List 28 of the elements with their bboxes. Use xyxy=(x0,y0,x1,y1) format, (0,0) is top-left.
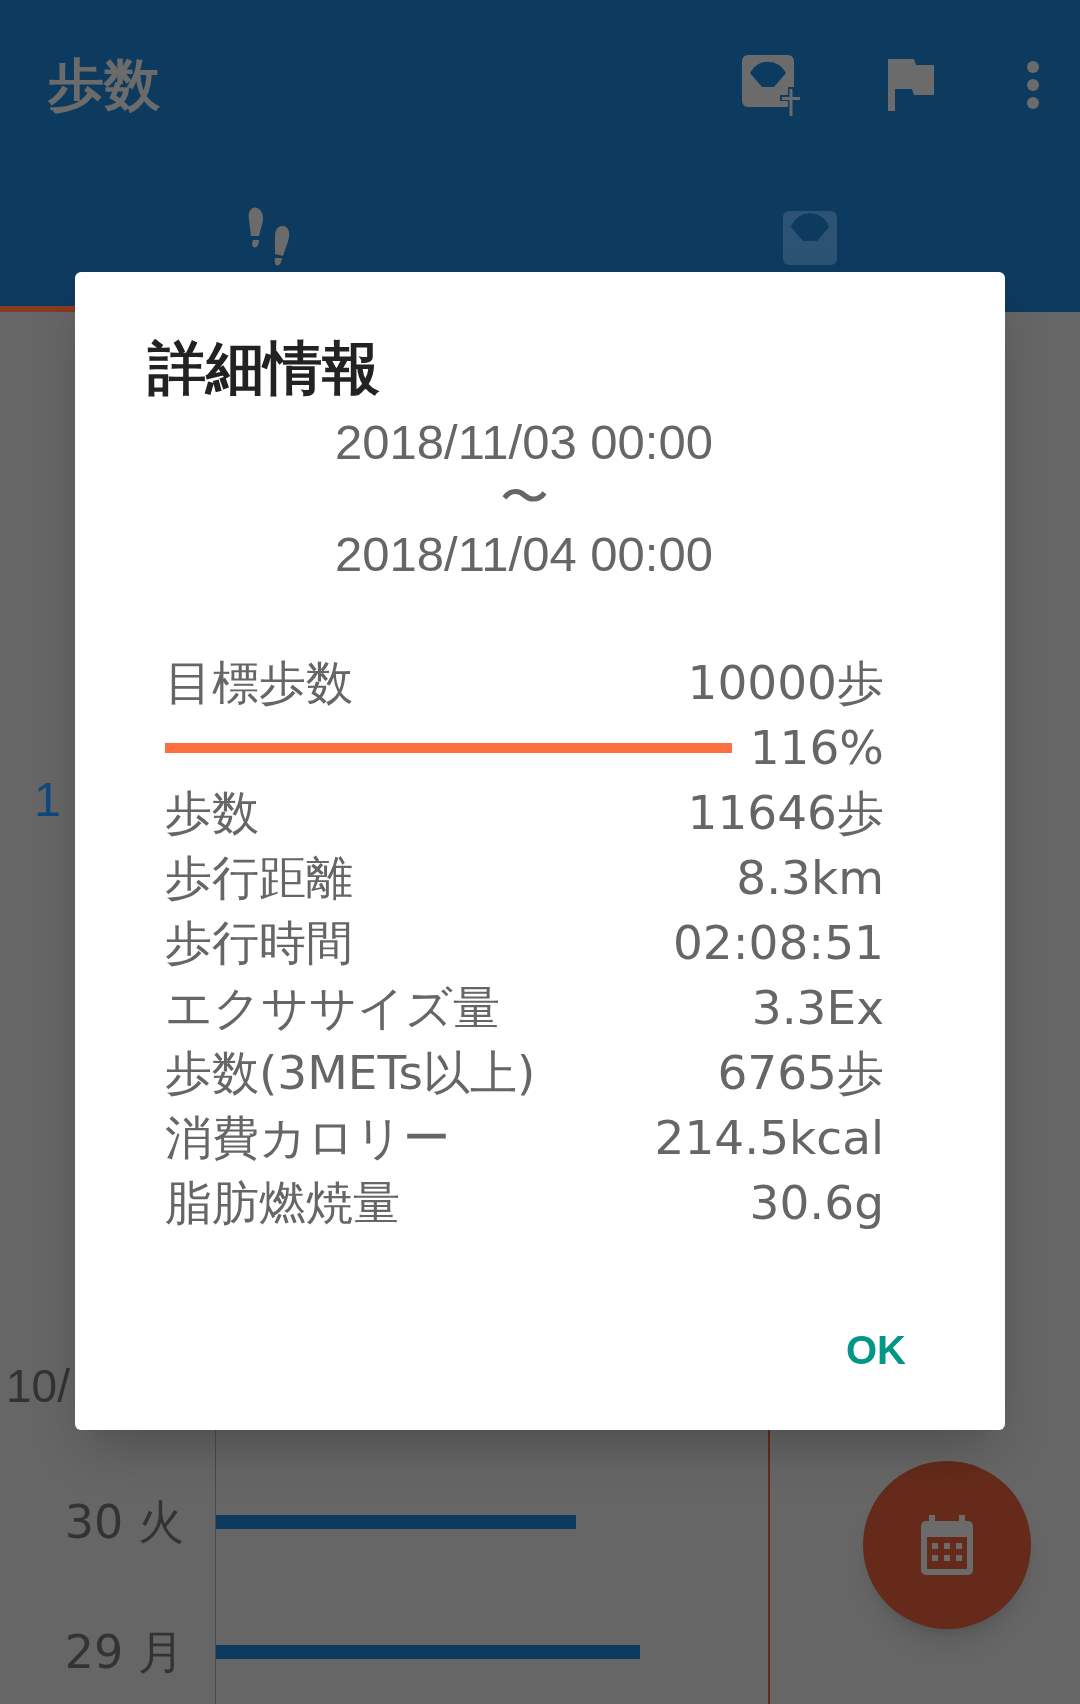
stat-value: 3.3Ex xyxy=(751,979,884,1037)
stat-value: 11646歩 xyxy=(687,784,884,842)
more-icon[interactable] xyxy=(1026,60,1040,110)
stat-label: 消費カロリー xyxy=(165,1109,450,1167)
stat-value: 8.3km xyxy=(736,849,884,907)
stat-value: 6765歩 xyxy=(717,1044,884,1102)
goal-label: 目標歩数 xyxy=(165,654,353,712)
app-title: 歩数 xyxy=(48,51,160,119)
dialog-title: 詳細情報 xyxy=(148,333,381,404)
end-date: 2018/11/04 00:00 xyxy=(335,526,713,582)
start-date: 2018/11/03 00:00 xyxy=(335,414,713,470)
calendar-icon xyxy=(919,1515,975,1575)
stat-label: エクササイズ量 xyxy=(165,979,500,1037)
stat-label: 歩行距離 xyxy=(165,849,353,907)
stat-value: 214.5kcal xyxy=(654,1109,884,1167)
stat-value: 30.6g xyxy=(749,1174,884,1232)
stat-label: 歩数 xyxy=(165,784,259,842)
stat-label: 歩数(3METs以上) xyxy=(165,1044,536,1102)
stat-label: 脂肪燃焼量 xyxy=(165,1174,400,1232)
goal-percent: 116% xyxy=(749,719,884,777)
flag-icon[interactable] xyxy=(888,59,934,111)
range-separator: 〜 xyxy=(499,470,549,526)
goal-value: 10000歩 xyxy=(687,654,884,712)
ok-button[interactable]: OK xyxy=(830,1310,922,1390)
scale-icon xyxy=(783,211,837,265)
stat-value: 02:08:51 xyxy=(672,914,884,972)
stat-label: 歩行時間 xyxy=(165,914,353,972)
step-value: 1 xyxy=(34,772,61,828)
